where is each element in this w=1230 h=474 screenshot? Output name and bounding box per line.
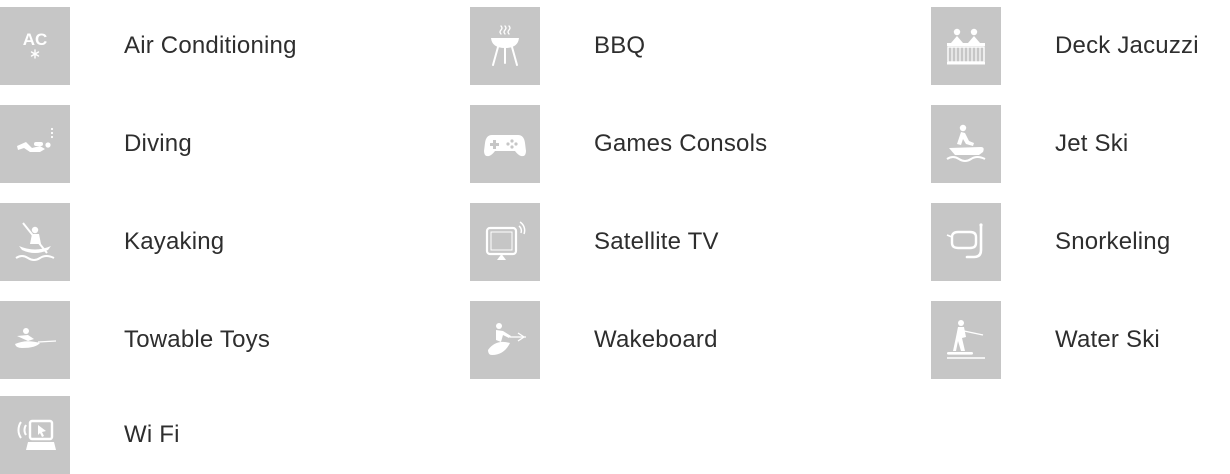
- game-controller-icon: [470, 105, 540, 183]
- wakeboard-icon: [470, 301, 540, 379]
- amenity-satellite-tv: Satellite TV: [470, 203, 719, 281]
- amenity-towable-toys: Towable Toys: [0, 301, 270, 379]
- amenity-label: Air Conditioning: [124, 32, 297, 59]
- amenity-bbq: BBQ: [470, 7, 645, 85]
- bbq-icon: [470, 7, 540, 85]
- kayak-icon: [0, 203, 70, 281]
- amenity-air-conditioning: AC Air Conditioning: [0, 7, 297, 85]
- amenity-jet-ski: Jet Ski: [931, 105, 1128, 183]
- amenity-snorkeling: Snorkeling: [931, 203, 1170, 281]
- amenity-kayaking: Kayaking: [0, 203, 224, 281]
- diving-icon: [0, 105, 70, 183]
- amenity-wi-fi: Wi Fi: [0, 396, 180, 474]
- amenities-grid: AC Air Conditioning BBQ Deck Jacuzzi Div…: [0, 0, 1230, 474]
- amenity-label: Towable Toys: [124, 326, 271, 353]
- amenity-label: BBQ: [594, 32, 646, 59]
- amenity-wakeboard: Wakeboard: [470, 301, 718, 379]
- air-conditioning-icon: AC: [0, 7, 70, 85]
- amenity-water-ski: Water Ski: [931, 301, 1160, 379]
- amenity-label: Snorkeling: [1055, 228, 1171, 255]
- amenity-label: Wakeboard: [594, 326, 718, 353]
- amenity-label: Deck Jacuzzi: [1055, 32, 1199, 59]
- amenity-label: Satellite TV: [594, 228, 719, 255]
- amenity-games-consols: Games Consols: [470, 105, 767, 183]
- deck-jacuzzi-icon: [931, 7, 1001, 85]
- amenity-deck-jacuzzi: Deck Jacuzzi: [931, 7, 1199, 85]
- satellite-tv-icon: [470, 203, 540, 281]
- water-ski-icon: [931, 301, 1001, 379]
- amenity-label: Wi Fi: [124, 421, 180, 448]
- amenity-label: Games Consols: [594, 130, 768, 157]
- amenity-diving: Diving: [0, 105, 192, 183]
- amenity-label: Water Ski: [1055, 326, 1160, 353]
- towable-toy-icon: [0, 301, 70, 379]
- jet-ski-icon: [931, 105, 1001, 183]
- ac-icon-text: AC: [23, 30, 48, 49]
- amenity-label: Diving: [124, 130, 192, 157]
- snorkel-mask-icon: [931, 203, 1001, 281]
- amenity-label: Jet Ski: [1055, 130, 1129, 157]
- wifi-laptop-icon: [0, 396, 70, 474]
- amenity-label: Kayaking: [124, 228, 225, 255]
